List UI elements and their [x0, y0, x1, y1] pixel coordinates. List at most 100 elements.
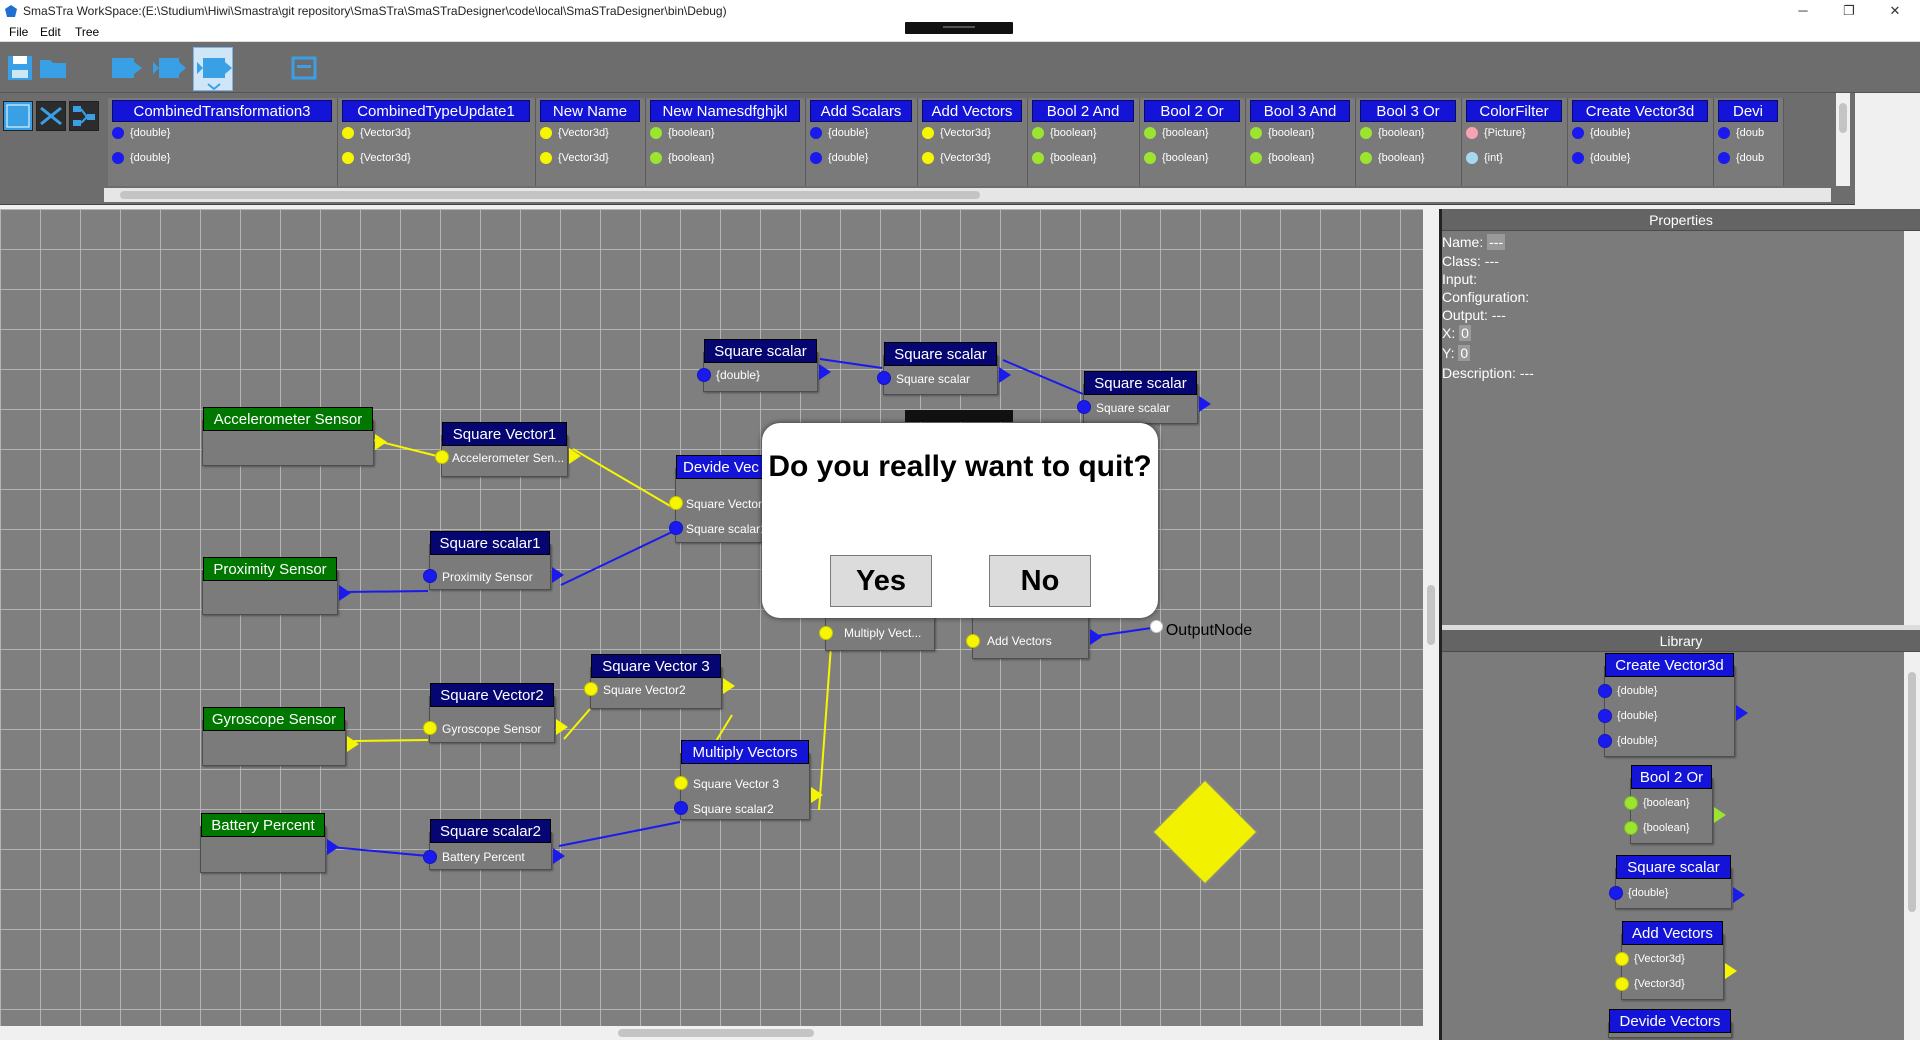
square-scalar-node-1[interactable]: Square scalar {double} [697, 339, 831, 392]
input-port[interactable] [435, 450, 449, 464]
properties-scrollbar[interactable] [1904, 231, 1920, 625]
palette-item[interactable]: Bool 2 Or {boolean} {boolean} [1140, 98, 1246, 186]
palette-item[interactable]: New Namesdfghjkl {boolean} {boolean} [646, 98, 806, 186]
output-port[interactable] [811, 787, 823, 803]
input-port[interactable] [697, 368, 711, 382]
select-tool[interactable] [3, 101, 33, 131]
add-node-button[interactable] [106, 48, 146, 88]
input-port[interactable] [877, 371, 891, 385]
add-transformation-button[interactable] [149, 48, 189, 88]
proximity-sensor-node[interactable]: Proximity Sensor [202, 557, 351, 615]
drag-handle[interactable] [905, 22, 1013, 34]
square-scalar-node-2[interactable]: Square scalar Square scalar [877, 342, 1011, 395]
palette-item[interactable]: Bool 3 Or {boolean} {boolean} [1356, 98, 1462, 186]
multiply-vectors-node[interactable]: Multiply Vectors Square Vector 3 Square … [674, 740, 823, 820]
palette-item[interactable]: Create Vector3d {double} {double} [1568, 98, 1714, 186]
output-port[interactable] [723, 678, 735, 694]
input-port[interactable] [1615, 952, 1629, 966]
output-port[interactable] [327, 839, 339, 855]
canvas-vscrollbar[interactable] [1423, 209, 1439, 1026]
output-port[interactable] [999, 367, 1011, 383]
output-port[interactable] [1733, 887, 1745, 903]
menu-edit[interactable]: Edit [40, 25, 61, 39]
output-port[interactable] [1725, 963, 1737, 979]
canvas-vscroll-thumb[interactable] [1427, 585, 1435, 645]
input-port[interactable] [423, 721, 437, 735]
library-item[interactable]: Add Vectors {Vector3d} {Vector3d} [1615, 921, 1737, 1000]
library-scrollbar[interactable] [1904, 652, 1920, 1040]
output-port[interactable] [819, 364, 831, 380]
palette-scrollbar[interactable] [104, 188, 1831, 202]
output-port[interactable] [1199, 396, 1211, 412]
gyroscope-sensor-node[interactable]: Gyroscope Sensor [202, 707, 359, 766]
output-port[interactable] [556, 719, 568, 735]
square-vector1-node[interactable]: Square Vector1 Accelerometer Sen... [435, 422, 581, 477]
palette-vscrollbar[interactable] [1836, 93, 1850, 186]
input-port[interactable] [1624, 796, 1638, 810]
library-item[interactable]: Square scalar {double} [1609, 855, 1745, 909]
output-port[interactable] [1736, 705, 1748, 721]
square-scalar2-node[interactable]: Square scalar2 Battery Percent [423, 819, 565, 870]
output-port[interactable] [569, 448, 581, 464]
battery-percent-node[interactable]: Battery Percent [200, 813, 339, 873]
x-field[interactable]: 0 [1459, 325, 1471, 341]
palette-item[interactable]: CombinedTransformation3 {double} {double} [108, 98, 338, 186]
yes-button[interactable]: Yes [830, 555, 932, 607]
library-item[interactable]: Create Vector3d {double} {double} {double} [1598, 653, 1748, 757]
palette-item[interactable]: Devi {doub {doub [1714, 98, 1784, 186]
input-port[interactable] [1624, 821, 1638, 835]
palette-item[interactable]: Bool 2 And {boolean} {boolean} [1028, 98, 1140, 186]
input-port[interactable] [669, 521, 683, 535]
input-port[interactable] [1598, 709, 1612, 723]
output-port[interactable] [553, 848, 565, 864]
add-combined-button[interactable] [193, 47, 233, 91]
minimize-button[interactable]: ─ [1780, 0, 1826, 22]
library-item[interactable]: Bool 2 Or {boolean} {boolean} [1624, 765, 1726, 844]
input-port[interactable] [423, 569, 437, 583]
name-field[interactable]: --- [1487, 234, 1506, 250]
input-port[interactable] [584, 682, 598, 696]
no-button[interactable]: No [989, 555, 1091, 607]
devide-vectors-node[interactable]: Devide Vec Square Vector Square scalar1 [669, 455, 767, 543]
input-port[interactable] [423, 850, 437, 864]
menu-tree[interactable]: Tree [75, 25, 99, 39]
input-port[interactable] [674, 801, 688, 815]
y-field[interactable]: 0 [1458, 345, 1471, 361]
open-button[interactable] [34, 48, 74, 88]
input-port[interactable] [1077, 400, 1091, 414]
tree-tool[interactable] [69, 101, 99, 131]
input-port[interactable] [1609, 886, 1623, 900]
canvas-hscrollbar[interactable] [0, 1026, 1423, 1040]
palette-item[interactable]: Bool 3 And {boolean} {boolean} [1246, 98, 1356, 186]
output-port[interactable] [552, 567, 564, 583]
menu-file[interactable]: File [9, 25, 28, 39]
square-vector2-node[interactable]: Square Vector2 Gyroscope Sensor [423, 683, 568, 743]
canvas-hscroll-thumb[interactable] [618, 1029, 814, 1037]
input-port[interactable] [966, 634, 980, 648]
square-scalar-node-3[interactable]: Square scalar Square scalar [1077, 371, 1211, 424]
input-port[interactable] [1598, 734, 1612, 748]
palette-item[interactable]: Add Scalars {double} {double} [806, 98, 918, 186]
palette-item[interactable]: Add Vectors {Vector3d} {Vector3d} [918, 98, 1028, 186]
dialog-drag-handle[interactable] [905, 410, 1013, 422]
input-port[interactable] [819, 626, 833, 640]
palette-item[interactable]: CombinedTypeUpdate1 {Vector3d} {Vector3d} [338, 98, 536, 186]
output-port[interactable] [339, 585, 351, 601]
output-port[interactable] [1090, 629, 1102, 645]
library-item[interactable]: Devide Vectors [1608, 1009, 1732, 1038]
square-vector3-node[interactable]: Square Vector 3 Square Vector2 [584, 654, 735, 709]
connect-tool[interactable] [36, 101, 66, 131]
output-node-input-port[interactable] [1150, 620, 1163, 633]
palette-item[interactable]: ColorFilter {Picture} {int} [1462, 98, 1568, 186]
square-scalar1-node[interactable]: Square scalar1 Proximity Sensor [423, 531, 564, 590]
input-port[interactable] [1615, 977, 1629, 991]
palette-scroll-thumb[interactable] [120, 191, 980, 199]
workspace-canvas[interactable]: Accelerometer Sensor Proximity Sensor Gy… [0, 209, 1423, 1026]
output-port[interactable] [375, 434, 387, 450]
input-port[interactable] [669, 496, 683, 510]
maximize-button[interactable]: ❐ [1826, 0, 1872, 22]
input-port[interactable] [1598, 684, 1612, 698]
palette-item[interactable]: New Name {Vector3d} {Vector3d} [536, 98, 646, 186]
close-button[interactable]: ✕ [1872, 0, 1918, 22]
output-port[interactable] [347, 736, 359, 752]
